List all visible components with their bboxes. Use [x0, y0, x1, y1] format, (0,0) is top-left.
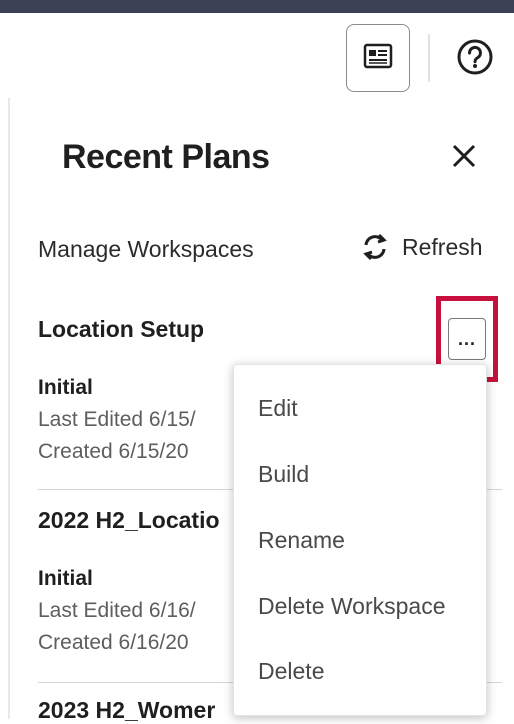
toolbar-divider: [428, 34, 430, 82]
workspace-name[interactable]: Location Setup: [38, 316, 204, 343]
close-button[interactable]: [446, 140, 482, 176]
plan-created: Created 6/15/20: [38, 440, 189, 463]
workspace-name[interactable]: 2023 H2_Womer: [38, 697, 215, 724]
panel-title: Recent Plans: [62, 138, 270, 176]
menu-item-build[interactable]: Build: [258, 461, 309, 488]
plan-last-edited: Last Edited 6/15/: [38, 408, 196, 431]
manage-workspaces-link[interactable]: Manage Workspaces: [38, 236, 254, 263]
help-circle-icon: [456, 38, 494, 81]
menu-item-delete-workspace[interactable]: Delete Workspace: [258, 593, 446, 620]
close-icon: [451, 143, 477, 174]
plan-last-edited: Last Edited 6/16/: [38, 599, 196, 622]
panel-border: [8, 98, 10, 719]
plan-name[interactable]: Initial: [38, 376, 93, 400]
context-menu: Edit Build Rename Delete Workspace Delet…: [233, 364, 487, 716]
card-view-button[interactable]: [346, 24, 410, 92]
workspace-name[interactable]: 2022 H2_Locatio: [38, 507, 220, 534]
plan-name[interactable]: Initial: [38, 567, 93, 591]
help-button[interactable]: [454, 38, 496, 80]
refresh-label: Refresh: [402, 233, 483, 260]
refresh-button[interactable]: Refresh: [360, 232, 483, 262]
menu-item-edit[interactable]: Edit: [258, 395, 298, 422]
refresh-icon: [360, 232, 390, 262]
card-view-icon: [363, 43, 393, 74]
plan-created: Created 6/16/20: [38, 631, 189, 654]
menu-item-rename[interactable]: Rename: [258, 527, 345, 554]
menu-item-delete[interactable]: Delete: [258, 658, 324, 685]
top-bar: [0, 0, 514, 13]
